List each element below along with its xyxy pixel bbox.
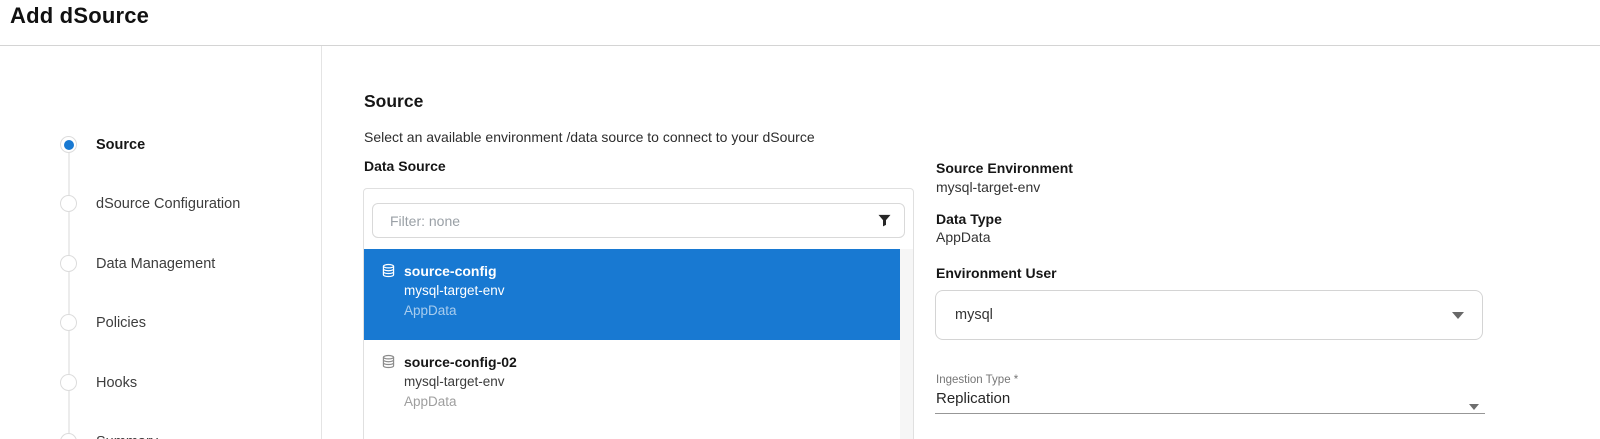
data-source-label: Data Source (364, 158, 446, 174)
environment-user-label: Environment User (936, 265, 1057, 281)
step-label: Source (96, 135, 145, 155)
data-source-listbox: source-config mysql-target-env AppData s… (363, 188, 914, 439)
chevron-down-icon[interactable] (1469, 404, 1479, 410)
step-dsource-configuration[interactable]: dSource Configuration (0, 194, 321, 214)
source-environment-label: Source Environment (936, 160, 1073, 176)
step-circle-icon (60, 433, 77, 439)
step-data-management[interactable]: Data Management (0, 254, 321, 274)
ingestion-type-underline (935, 413, 1485, 414)
step-circle-icon (60, 314, 77, 331)
data-source-item-environment: mysql-target-env (404, 372, 517, 392)
step-circle-icon (60, 255, 77, 272)
step-label: Hooks (96, 373, 137, 393)
wizard-stepper: Source dSource Configuration Data Manage… (0, 46, 322, 439)
stepper-connector-line (68, 145, 70, 439)
source-environment-value: mysql-target-env (936, 179, 1040, 195)
data-source-item-environment: mysql-target-env (404, 281, 505, 301)
funnel-icon[interactable] (877, 213, 892, 228)
section-heading: Source (364, 91, 423, 112)
step-hooks[interactable]: Hooks (0, 373, 321, 393)
data-source-rows: source-config mysql-target-env AppData s… (364, 249, 900, 431)
step-label: Summary (96, 432, 158, 439)
add-dsource-wizard: Add dSource Source dSource Configuration… (0, 0, 1600, 439)
data-type-label: Data Type (936, 211, 1002, 227)
chevron-down-icon (1452, 312, 1464, 319)
step-active-dot-icon (60, 136, 77, 153)
ingestion-type-label: Ingestion Type * (936, 374, 1018, 386)
data-source-item-texts: source-config-02 mysql-target-env AppDat… (404, 353, 517, 431)
section-subtitle: Select an available environment /data so… (364, 129, 815, 145)
step-label: Policies (96, 313, 146, 333)
filter-field[interactable] (372, 203, 905, 238)
data-source-item-type: AppData (404, 301, 505, 321)
data-type-value: AppData (936, 229, 990, 245)
listbox-scrollbar[interactable] (900, 249, 913, 439)
database-icon (381, 263, 396, 279)
step-label: dSource Configuration (96, 194, 240, 214)
ingestion-type-selected-value[interactable]: Replication (936, 390, 1010, 407)
environment-user-select[interactable]: mysql (935, 290, 1483, 340)
step-circle-icon (60, 195, 77, 212)
data-source-item-title: source-config (404, 262, 505, 281)
filter-input[interactable] (390, 213, 877, 229)
data-source-item-texts: source-config mysql-target-env AppData (404, 262, 505, 340)
step-source[interactable]: Source (0, 135, 321, 155)
step-circle-icon (60, 374, 77, 391)
data-source-item-selected[interactable]: source-config mysql-target-env AppData (364, 249, 900, 340)
environment-user-selected-value: mysql (955, 307, 1452, 323)
step-policies[interactable]: Policies (0, 313, 321, 333)
step-label: Data Management (96, 254, 215, 274)
data-source-item-title: source-config-02 (404, 353, 517, 372)
step-summary[interactable]: Summary (0, 432, 321, 439)
data-source-item[interactable]: source-config-02 mysql-target-env AppDat… (364, 340, 900, 431)
page-title: Add dSource (10, 3, 149, 29)
data-source-item-type: AppData (404, 392, 517, 412)
database-icon (381, 354, 396, 370)
